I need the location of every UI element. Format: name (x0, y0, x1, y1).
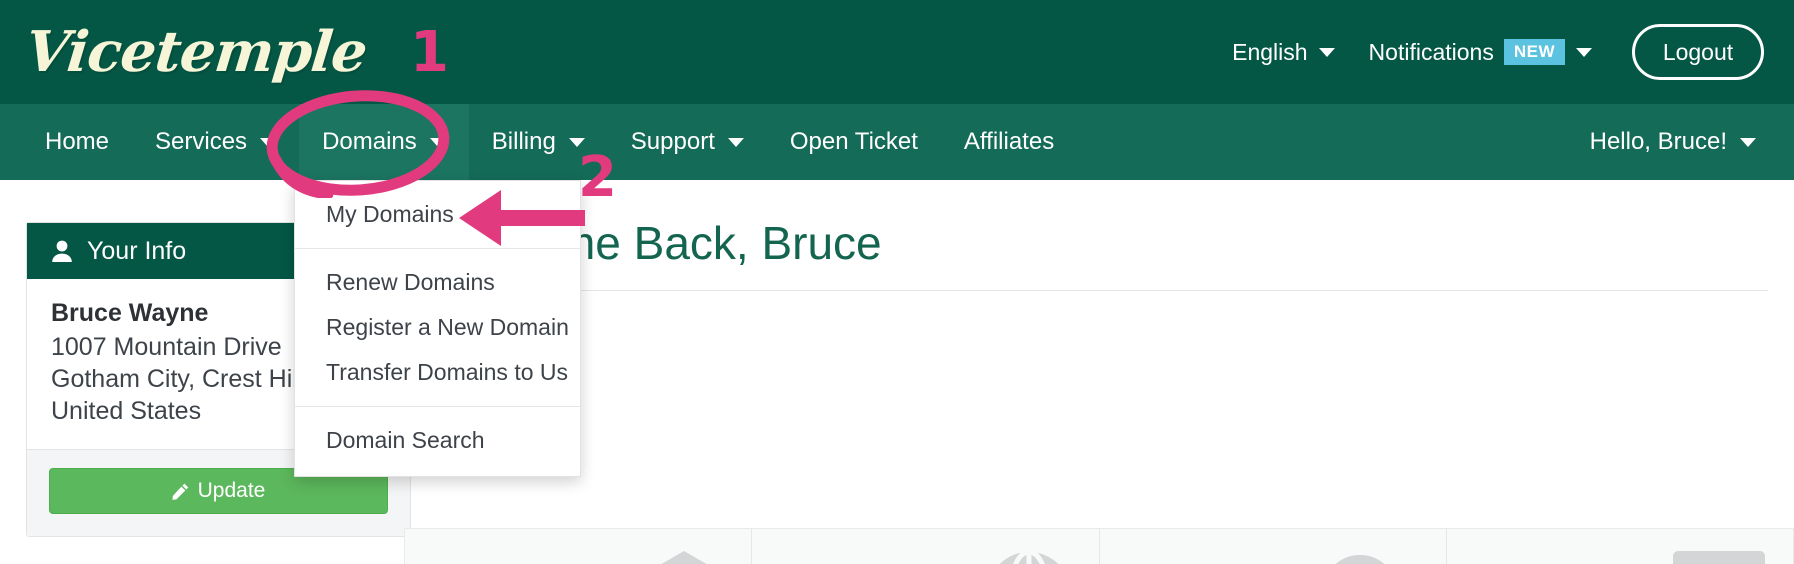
notifications-menu[interactable]: Notifications NEW (1369, 39, 1592, 66)
header-right-group: English Notifications NEW Logout (1198, 0, 1794, 104)
domains-dropdown-menu: My Domains Renew Domains Register a New … (294, 180, 581, 477)
pencil-icon (172, 483, 189, 500)
dropdown-item-register-a-new-domain[interactable]: Register a New Domain (295, 305, 580, 350)
nav-label: Home (45, 128, 110, 155)
language-label: English (1232, 38, 1308, 65)
chevron-down-icon (429, 137, 446, 147)
nav-label: Open Ticket (789, 128, 918, 155)
user-greeting: Hello, Bruce! (1589, 128, 1727, 155)
box-icon (643, 549, 725, 564)
stat-card-services[interactable]: 1 SERVICES (405, 529, 753, 564)
chevron-down-icon (1740, 137, 1756, 147)
main-column: Welcome Back, Bruce Client Area (430, 180, 1768, 350)
nav-item-services[interactable]: Services (132, 104, 299, 180)
logout-label: Logout (1662, 38, 1734, 65)
chevron-down-icon (568, 137, 585, 147)
new-badge: NEW (1503, 39, 1565, 65)
person-icon (51, 239, 73, 263)
nav-label: Domains (322, 128, 417, 155)
nav-item-open-ticket[interactable]: Open Ticket (767, 104, 941, 180)
nav-item-home[interactable]: Home (22, 104, 132, 180)
stat-card-domains[interactable]: 2 DOMAINS (752, 529, 1100, 564)
nav-label: Services (155, 128, 248, 155)
stats-row: 1 SERVICES 2 DOMAINS (404, 528, 1794, 564)
update-label: Update (197, 479, 266, 502)
chevron-down-icon (1576, 47, 1592, 57)
dropdown-item-transfer-domains-to-us[interactable]: Transfer Domains to Us (295, 350, 580, 395)
dropdown-label: My Domains (326, 201, 454, 227)
dropdown-item-domain-search[interactable]: Domain Search (295, 418, 580, 463)
page-body: Your Info Bruce Wayne 1007 Mountain Driv… (0, 180, 1794, 564)
nav-label: Support (630, 128, 715, 155)
chevron-down-icon (727, 137, 744, 147)
nav-item-support[interactable]: Support (608, 104, 767, 180)
chat-icon (1324, 549, 1420, 564)
nav-item-billing[interactable]: Billing (469, 104, 608, 180)
notifications-label: Notifications (1368, 38, 1494, 65)
language-selector[interactable]: English (1232, 38, 1335, 66)
dropdown-label: Domain Search (326, 427, 485, 453)
chevron-down-icon (1318, 47, 1335, 57)
dropdown-item-renew-domains[interactable]: Renew Domains (295, 260, 580, 305)
globe-icon (985, 549, 1073, 564)
chevron-down-icon (260, 137, 277, 147)
main-navbar: Home Services Domains Billing Support Op… (0, 104, 1794, 180)
user-menu[interactable]: Hello, Bruce! (1590, 104, 1756, 180)
your-info-title: Your Info (87, 236, 187, 265)
stat-card-invoices[interactable]: 3 INVOICES (1447, 529, 1793, 564)
top-header: Vicetemple English Notifications NEW Log… (0, 0, 1794, 104)
logout-button[interactable]: Logout (1632, 24, 1764, 80)
nav-label: Affiliates (963, 128, 1055, 155)
vicetemple-logo[interactable]: Vicetemple (23, 19, 370, 85)
stat-card-tickets[interactable]: 0 TICKETS (1100, 529, 1447, 564)
nav-item-domains[interactable]: Domains (299, 104, 469, 180)
page-title: Welcome Back, Bruce (430, 217, 882, 269)
dropdown-label: Transfer Domains to Us (326, 359, 568, 385)
dropdown-divider (295, 248, 580, 249)
nav-item-affiliates[interactable]: Affiliates (941, 104, 1077, 180)
dropdown-label: Renew Domains (326, 269, 495, 295)
dropdown-label: Register a New Domain (326, 314, 569, 340)
nav-right-group: Hello, Bruce! (1568, 104, 1756, 180)
nav-label: Billing (491, 128, 556, 155)
dropdown-item-my-domains[interactable]: My Domains (295, 192, 580, 237)
breadcrumb: Client Area (430, 290, 1768, 350)
client-area-page: Vicetemple English Notifications NEW Log… (0, 0, 1794, 564)
dropdown-divider (295, 406, 580, 407)
credit-card-icon (1671, 549, 1767, 564)
